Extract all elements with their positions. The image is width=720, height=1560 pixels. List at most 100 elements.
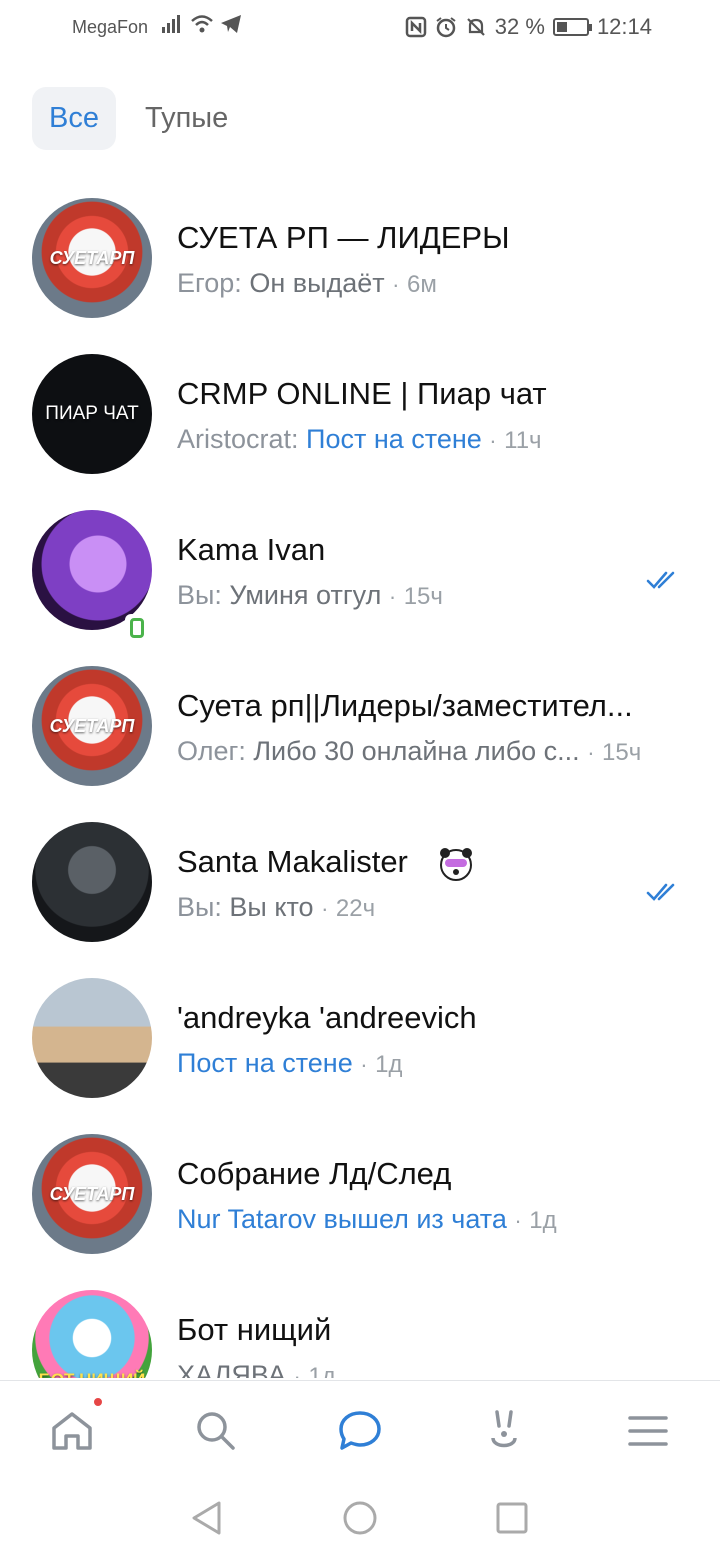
search-icon bbox=[197, 1412, 235, 1450]
system-back-button[interactable] bbox=[186, 1498, 226, 1538]
tab-all[interactable]: Все bbox=[32, 87, 116, 150]
double-check-icon bbox=[646, 571, 675, 589]
system-home-button[interactable] bbox=[340, 1498, 380, 1538]
panda-sticker-icon bbox=[440, 848, 472, 881]
separator-dot: · bbox=[293, 1364, 301, 1378]
chat-row-sobranie[interactable]: СУЕТАРП Собрание Лд/След Nur Tatarov выш… bbox=[0, 1114, 720, 1270]
chat-row-crmp-online[interactable]: ПИАР ЧАТ CRMP ONLINE | Пиар чат Aristocr… bbox=[0, 334, 720, 490]
chat-avatar bbox=[32, 510, 152, 630]
chat-preview: Вы: Вы кто · 22ч bbox=[177, 892, 375, 923]
chat-name: CRMP ONLINE | Пиар чат bbox=[177, 376, 547, 411]
last-message: Уминя отгул bbox=[229, 580, 382, 610]
chat-avatar bbox=[32, 978, 152, 1098]
message-time: 1д bbox=[529, 1207, 557, 1234]
battery-icon bbox=[552, 18, 592, 36]
chat-row-kama-ivan[interactable]: Kama Ivan Вы: Уминя отгул · 15ч bbox=[0, 490, 720, 646]
nav-messages[interactable] bbox=[330, 1401, 390, 1461]
nav-search[interactable] bbox=[186, 1401, 246, 1461]
chat-filter-tabs: Все Тупые bbox=[32, 87, 245, 150]
last-message: Он выдаёт bbox=[249, 268, 385, 298]
chat-preview: Вы: Уминя отгул · 15ч bbox=[177, 580, 443, 611]
alarm-icon bbox=[436, 17, 456, 38]
recents-icon bbox=[496, 1502, 528, 1534]
sender-name: Вы: bbox=[177, 892, 230, 922]
chat-name: СУЕТА РП — ЛИДЕРЫ bbox=[177, 220, 510, 255]
message-time: 22ч bbox=[335, 895, 376, 922]
system-recents-button[interactable] bbox=[492, 1498, 532, 1538]
chat-preview: Nur Tatarov вышел из чата · 1д bbox=[177, 1204, 557, 1235]
chat-name: Бот нищий bbox=[177, 1312, 332, 1347]
avatar-lettering: СУЕТАРП bbox=[49, 1183, 135, 1204]
sender-name: Вы: bbox=[177, 580, 230, 610]
chat-preview: Егор: Он выдаёт · 6м bbox=[177, 268, 437, 299]
signal-icon bbox=[162, 15, 180, 33]
chat-preview: Aristocrat: Пост на стене · 11ч bbox=[177, 424, 542, 455]
chat-name: 'andreyka 'andreevich bbox=[177, 1000, 477, 1035]
home-circle-icon bbox=[343, 1501, 377, 1535]
chat-preview: Пост на стене · 1д bbox=[177, 1048, 402, 1079]
avatar-lettering: СУЕТАРП bbox=[49, 715, 135, 736]
chat-name: Santa Makalister bbox=[177, 844, 408, 879]
chat-name: Собрание Лд/След bbox=[177, 1156, 452, 1191]
separator-dot: · bbox=[587, 740, 595, 765]
chat-avatar: ПИАР ЧАТ bbox=[32, 354, 152, 474]
chat-avatar: СУЕТАРП bbox=[32, 1134, 152, 1254]
sender-name: Егор: bbox=[177, 268, 250, 298]
last-message[interactable]: Пост на стене bbox=[177, 1048, 353, 1078]
nav-home[interactable] bbox=[42, 1401, 102, 1461]
messages-icon bbox=[339, 1411, 381, 1450]
clock: 12:14 bbox=[596, 14, 652, 39]
clips-icon bbox=[491, 1410, 517, 1448]
bottom-navigation bbox=[0, 1380, 720, 1478]
chat-name: Kama Ivan bbox=[177, 532, 326, 567]
home-icon bbox=[52, 1412, 92, 1450]
last-message: Либо 30 онлайна либо с... bbox=[253, 736, 580, 766]
separator-dot: · bbox=[392, 272, 400, 297]
separator-dot: · bbox=[489, 428, 497, 453]
chat-row-sueta-lidery-zam[interactable]: СУЕТАРП Суета рп||Лидеры/заместител... О… bbox=[0, 646, 720, 802]
chat-row-sueta-lidery[interactable]: СУЕТАРП СУЕТА РП — ЛИДЕРЫ Егор: Он выдаё… bbox=[0, 178, 720, 334]
tab-tupye[interactable]: Тупые bbox=[128, 87, 245, 150]
avatar-lettering: ПИАР ЧАТ bbox=[45, 403, 139, 424]
wifi-icon bbox=[191, 15, 213, 33]
message-time: 15ч bbox=[403, 583, 443, 610]
online-mobile-badge bbox=[125, 614, 149, 642]
separator-dot: · bbox=[514, 1208, 522, 1233]
separator-dot: · bbox=[360, 1052, 368, 1077]
status-right-icons: 32 % 12:14 bbox=[405, 14, 652, 40]
avatar-lettering: СУЕТАРП bbox=[49, 247, 135, 268]
chat-name: Суета рп||Лидеры/заместител... bbox=[177, 688, 633, 723]
last-message: Вы кто bbox=[229, 892, 314, 922]
chat-row-bot-nishchiy[interactable]: БОТ НИЩИЙ Бот нищий ХАЛЯВА · 1д bbox=[0, 1270, 720, 1378]
chat-avatar: БОТ НИЩИЙ bbox=[32, 1290, 152, 1378]
chat-avatar: СУЕТАРП bbox=[32, 198, 152, 318]
notification-dot bbox=[92, 1396, 104, 1408]
last-message[interactable]: Пост на стене bbox=[306, 424, 482, 454]
chat-preview: Олег: Либо 30 онлайна либо с... · 15ч bbox=[177, 736, 641, 767]
last-message: Nur Tatarov вышел из чата bbox=[177, 1204, 507, 1234]
menu-icon bbox=[628, 1416, 668, 1446]
message-time: 11ч bbox=[504, 427, 542, 454]
nfc-icon bbox=[405, 16, 427, 38]
battery-percent: 32 % bbox=[494, 14, 545, 39]
nav-menu[interactable] bbox=[618, 1401, 678, 1461]
avatar-lettering: БОТ НИЩИЙ bbox=[39, 1370, 146, 1378]
nav-clips[interactable] bbox=[474, 1401, 534, 1461]
sender-name: Олег: bbox=[177, 736, 254, 766]
chat-preview: ХАЛЯВА · 1д bbox=[177, 1360, 336, 1378]
separator-dot: · bbox=[388, 584, 397, 609]
message-time: 1д bbox=[375, 1051, 403, 1078]
double-check-icon bbox=[646, 883, 675, 901]
carrier-name: MegaFon bbox=[72, 17, 149, 37]
chat-avatar bbox=[32, 822, 152, 942]
chat-row-santa-makalister[interactable]: Santa Makalister Вы: Вы кто · 22ч bbox=[0, 802, 720, 958]
status-left-icons bbox=[162, 14, 242, 34]
sender-name: Aristocrat: bbox=[177, 424, 307, 454]
status-bar: MegaFon 32 % 12:14 bbox=[0, 0, 720, 56]
chat-row-andreyka[interactable]: 'andreyka 'andreevich Пост на стене · 1д bbox=[0, 958, 720, 1114]
telegram-icon bbox=[221, 15, 241, 33]
chat-list: СУЕТАРП СУЕТА РП — ЛИДЕРЫ Егор: Он выдаё… bbox=[0, 178, 720, 1378]
back-icon bbox=[192, 1501, 221, 1535]
mute-icon bbox=[467, 18, 485, 36]
last-message: ХАЛЯВА bbox=[177, 1360, 286, 1378]
